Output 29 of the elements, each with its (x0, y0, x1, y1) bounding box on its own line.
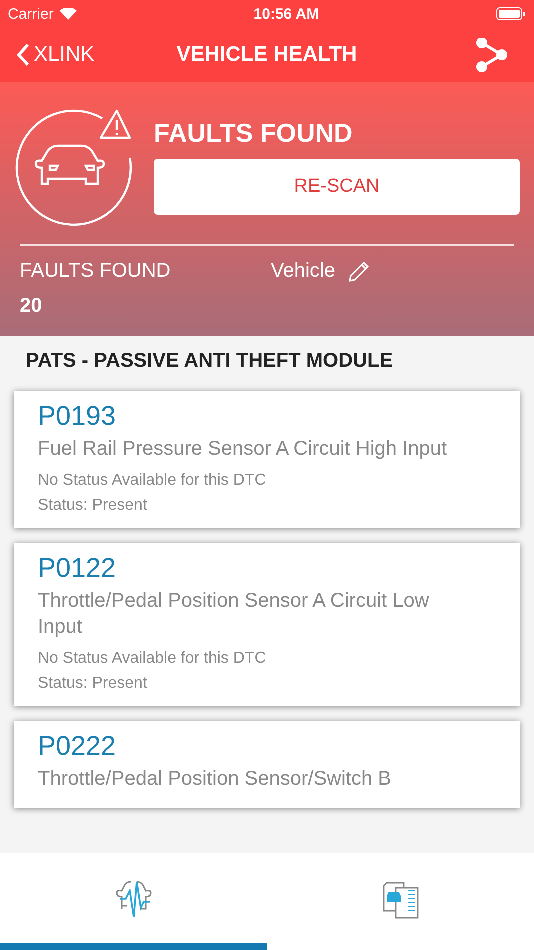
vehicle-label: Vehicle (271, 260, 336, 283)
screen-title: VEHICLE HEALTH (176, 43, 358, 67)
fault-description: Fuel Rail Pressure Sensor A Circuit High Input (38, 437, 448, 462)
back-chevron-icon (16, 43, 30, 67)
share-icon[interactable] (476, 38, 508, 72)
fault-card[interactable]: P0222 Throttle/Pedal Position Sensor/Switch B (14, 721, 520, 808)
stat-value: 20 (20, 295, 44, 318)
fault-code: P0222 (38, 731, 118, 762)
battery-icon (496, 7, 526, 21)
faults-heading: FAULTS FOUND (154, 118, 354, 148)
carrier-label: Carrier (8, 6, 54, 22)
clock: 10:56 AM (254, 6, 320, 22)
stat-label: FAULTS FOUND (20, 260, 172, 283)
wifi-icon (60, 8, 77, 20)
fault-description: Throttle/Pedal Position Sensor A Circuit Low Input (38, 589, 430, 640)
fault-code: P0122 (38, 553, 118, 584)
fault-note: No Status Available for this DTC (38, 649, 268, 669)
pencil-icon[interactable] (348, 260, 370, 282)
fault-note: No Status Available for this DTC (38, 471, 268, 491)
car-pulse-icon (114, 879, 154, 917)
fault-status: Status: Present (38, 496, 148, 516)
fault-code: P0193 (38, 401, 118, 432)
fault-status: Status: Present (38, 674, 148, 694)
fault-description: Throttle/Pedal Position Sensor/Switch B (38, 767, 393, 792)
section-title: PATS - PASSIVE ANTI THEFT MODULE (25, 349, 394, 374)
fault-card[interactable]: P0193 Fuel Rail Pressure Sensor A Circuit High Input No Status Available for this DTC Status: Present (14, 391, 520, 528)
fault-card[interactable]: P0122 Throttle/Pedal Position Sensor A Circuit Low Input No Status Available for this DTC Status: Present (14, 543, 520, 706)
rescan-button[interactable]: RE-SCAN (154, 158, 520, 214)
back-link[interactable]: XLINK (16, 43, 95, 67)
